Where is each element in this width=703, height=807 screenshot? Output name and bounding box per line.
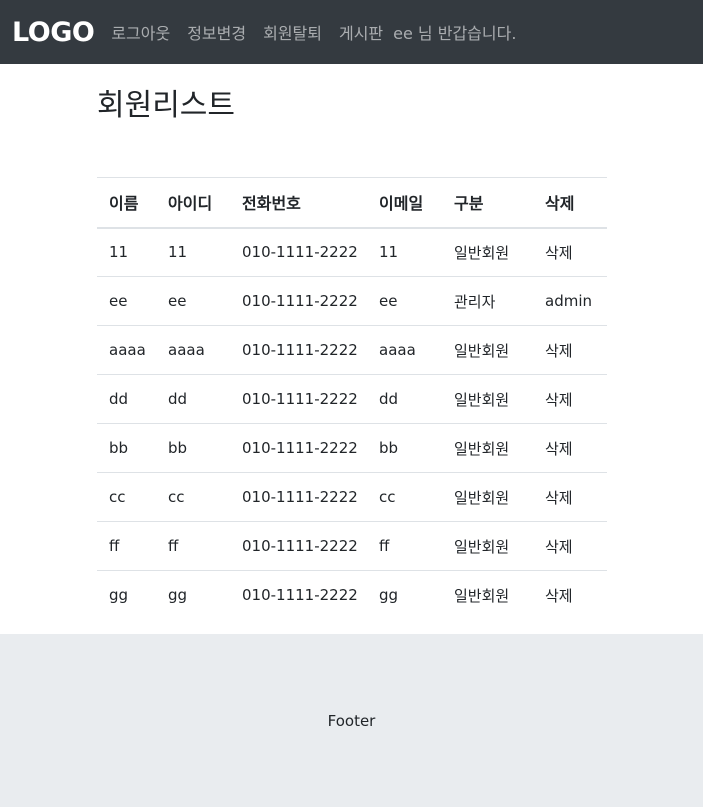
cell-action: 삭제 (533, 472, 607, 522)
column-header-type: 구분 (442, 177, 533, 229)
cell-type: 일반회원 (442, 423, 533, 473)
cell-email: bb (367, 423, 442, 473)
cell-action: 삭제 (533, 325, 607, 375)
cell-phone: 010-1111-2222 (230, 521, 367, 571)
cell-phone: 010-1111-2222 (230, 374, 367, 424)
cell-id: cc (156, 472, 230, 522)
cell-name: bb (97, 423, 156, 473)
cell-action: admin (533, 276, 607, 326)
delete-link[interactable]: 삭제 (545, 342, 573, 360)
delete-link[interactable]: 삭제 (545, 440, 573, 458)
cell-type: 일반회원 (442, 374, 533, 424)
cell-email: ff (367, 521, 442, 571)
table-row: dd dd 010-1111-2222 dd 일반회원 삭제 (97, 374, 607, 424)
cell-type: 일반회원 (442, 325, 533, 375)
column-header-delete: 삭제 (533, 177, 607, 229)
cell-phone: 010-1111-2222 (230, 276, 367, 326)
cell-name: 11 (109, 243, 129, 262)
nav-link-withdraw[interactable]: 회원탈퇴 (263, 20, 322, 44)
cell-name: ff (97, 521, 156, 571)
nav-link-board[interactable]: 게시판 (339, 20, 383, 44)
table-row: bb bb 010-1111-2222 bb 일반회원 삭제 (97, 423, 607, 473)
cell-type: 일반회원 (442, 521, 533, 571)
cell-phone: 010-1111-2222 (230, 472, 367, 522)
cell-name: gg (97, 570, 156, 620)
cell-id: ff (156, 521, 230, 571)
cell-email: aaaa (367, 325, 442, 375)
cell-email: 11 (379, 243, 399, 262)
cell-id: gg (156, 570, 230, 620)
footer: Footer (0, 634, 703, 807)
delete-link[interactable]: 삭제 (545, 587, 573, 605)
delete-link[interactable]: 삭제 (545, 244, 573, 262)
cell-type: 일반회원 (442, 570, 533, 620)
delete-link[interactable]: 삭제 (545, 489, 573, 507)
cell-action: 삭제 (533, 521, 607, 571)
table-row: 11 11 010-1111-2222 11 일반회원 삭제 (97, 228, 607, 277)
cell-phone: 010-1111-2222 (230, 423, 367, 473)
cell-email: gg (367, 570, 442, 620)
cell-id: 11 (168, 243, 188, 262)
cell-action: 삭제 (533, 570, 607, 620)
cell-name: cc (97, 472, 156, 522)
main-content: 회원리스트 이름 아이디 전화번호 이메일 구분 삭제 11 11 010-1111… (97, 88, 607, 620)
cell-action: 삭제 (533, 374, 607, 424)
cell-name: dd (97, 374, 156, 424)
cell-id: aaaa (156, 325, 230, 375)
cell-action: 삭제 (533, 423, 607, 473)
cell-id: bb (156, 423, 230, 473)
cell-email: ee (367, 276, 442, 326)
footer-text: Footer (327, 711, 376, 730)
cell-type: 일반회원 (454, 243, 510, 262)
column-header-name: 이름 (97, 177, 156, 229)
delete-link[interactable]: 삭제 (545, 391, 573, 409)
cell-email: dd (367, 374, 442, 424)
delete-link[interactable]: 삭제 (545, 538, 573, 556)
table-header-row: 이름 아이디 전화번호 이메일 구분 삭제 (97, 177, 607, 229)
cell-id: ee (156, 276, 230, 326)
table-row: ff ff 010-1111-2222 ff 일반회원 삭제 (97, 521, 607, 571)
cell-type: 일반회원 (442, 472, 533, 522)
greeting-text: ee 님 반갑습니다. (393, 24, 517, 43)
cell-type: 관리자 (442, 276, 533, 326)
cell-action: 삭제 (533, 228, 607, 277)
cell-id: dd (156, 374, 230, 424)
table-row: aaaa aaaa 010-1111-2222 aaaa 일반회원 삭제 (97, 325, 607, 375)
table-row: ee ee 010-1111-2222 ee 관리자 admin (97, 276, 607, 326)
cell-email: cc (367, 472, 442, 522)
cell-phone: 010-1111-2222 (230, 325, 367, 375)
column-header-email: 이메일 (367, 177, 442, 229)
nav-link-edit-info[interactable]: 정보변경 (187, 20, 246, 44)
page-title: 회원리스트 (97, 88, 235, 123)
logo[interactable]: LOGO (12, 17, 95, 48)
table-row: gg gg 010-1111-2222 gg 일반회원 삭제 (97, 570, 607, 620)
member-table-header: 이름 아이디 전화번호 이메일 구분 삭제 (97, 177, 607, 229)
delete-link[interactable]: admin (545, 292, 592, 310)
member-table: 이름 아이디 전화번호 이메일 구분 삭제 11 11 010-1111-2222 1… (97, 177, 607, 620)
column-header-phone: 전화번호 (230, 177, 367, 229)
cell-phone: 010-1111-2222 (230, 570, 367, 620)
top-navbar: LOGO 로그아웃 정보변경 회원탈퇴 게시판 ee 님 반갑습니다. (0, 0, 703, 64)
table-row: cc cc 010-1111-2222 cc 일반회원 삭제 (97, 472, 607, 522)
cell-name: ee (97, 276, 156, 326)
column-header-id: 아이디 (156, 177, 230, 229)
cell-phone: 010-1111-2222 (242, 243, 358, 262)
member-table-body: 11 11 010-1111-2222 11 일반회원 삭제 ee ee 010-1111-22… (97, 228, 607, 620)
nav-link-logout[interactable]: 로그아웃 (111, 20, 170, 44)
cell-name: aaaa (97, 325, 156, 375)
